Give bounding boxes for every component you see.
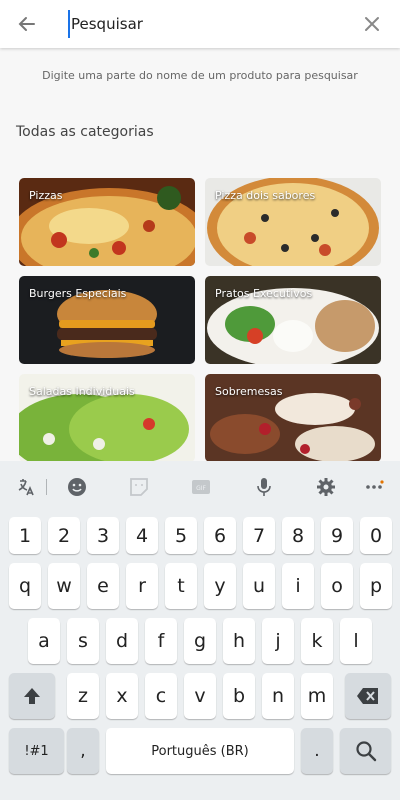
virtual-keyboard: GIF 1 2 3 4 5 6 7 8 9 0 q w e r t y u i … xyxy=(0,461,400,800)
clear-button[interactable] xyxy=(358,10,386,38)
key-5[interactable]: 5 xyxy=(165,517,197,554)
shift-key[interactable] xyxy=(9,673,55,719)
key-e[interactable]: e xyxy=(87,563,119,609)
translate-icon xyxy=(18,479,34,496)
sticker-icon xyxy=(130,478,148,496)
key-y[interactable]: y xyxy=(204,563,236,609)
key-7[interactable]: 7 xyxy=(243,517,275,554)
key-u[interactable]: u xyxy=(243,563,275,609)
space-key[interactable]: Português (BR) xyxy=(106,728,294,774)
mic-icon xyxy=(257,478,271,496)
key-p[interactable]: p xyxy=(360,563,392,609)
more-icon xyxy=(366,480,384,489)
key-2[interactable]: 2 xyxy=(48,517,80,554)
key-i[interactable]: i xyxy=(282,563,314,609)
key-l[interactable]: l xyxy=(340,618,372,664)
search-hint: Digite uma parte do nome de um produto p… xyxy=(42,69,358,82)
key-4[interactable]: 4 xyxy=(126,517,158,554)
section-title: Todas as categorias xyxy=(16,124,154,140)
search-key[interactable] xyxy=(340,728,391,774)
key-1[interactable]: 1 xyxy=(9,517,41,554)
search-bar xyxy=(0,0,400,48)
category-label: Pizzas xyxy=(29,189,63,202)
category-label: Burgers Especiais xyxy=(29,287,127,300)
back-button[interactable] xyxy=(13,10,41,38)
emoji-button[interactable] xyxy=(63,473,91,501)
key-r[interactable]: r xyxy=(126,563,158,609)
key-f[interactable]: f xyxy=(145,618,177,664)
category-card-pratos-executivos[interactable]: Pratos Executivos xyxy=(205,276,381,364)
key-3[interactable]: 3 xyxy=(87,517,119,554)
toolbar-divider xyxy=(46,479,47,495)
close-icon xyxy=(365,17,379,31)
comma-key[interactable]: , xyxy=(67,728,99,774)
category-label: Pizza dois sabores xyxy=(215,189,316,202)
key-t[interactable]: t xyxy=(165,563,197,609)
emoji-icon xyxy=(68,478,86,496)
key-w[interactable]: w xyxy=(48,563,80,609)
category-card-pizza-dois-sabores[interactable]: Pizza dois sabores xyxy=(205,178,381,266)
key-h[interactable]: h xyxy=(223,618,255,664)
key-n[interactable]: n xyxy=(262,673,294,719)
search-input[interactable] xyxy=(68,10,348,38)
gif-icon: GIF xyxy=(192,480,210,494)
symbols-key[interactable]: !#1 xyxy=(9,728,64,774)
category-card-sobremesas[interactable]: Sobremesas xyxy=(205,374,381,462)
backspace-icon xyxy=(357,688,378,704)
key-8[interactable]: 8 xyxy=(282,517,314,554)
keyboard-toolbar: GIF xyxy=(0,461,400,511)
voice-button[interactable] xyxy=(250,473,278,501)
category-label: Pratos Executivos xyxy=(215,287,313,300)
search-icon xyxy=(355,741,376,762)
category-card-pizzas[interactable]: Pizzas xyxy=(19,178,195,266)
settings-button[interactable] xyxy=(312,473,340,501)
shift-icon xyxy=(24,688,40,704)
category-label: Sobremesas xyxy=(215,385,283,398)
more-options-button[interactable] xyxy=(360,473,388,501)
category-label: Saladas Individuais xyxy=(29,385,135,398)
settings-icon xyxy=(317,478,335,496)
key-s[interactable]: s xyxy=(67,618,99,664)
key-c[interactable]: c xyxy=(145,673,177,719)
key-a[interactable]: a xyxy=(28,618,60,664)
arrow-left-icon xyxy=(18,17,35,31)
backspace-key[interactable] xyxy=(345,673,391,719)
key-v[interactable]: v xyxy=(184,673,216,719)
key-9[interactable]: 9 xyxy=(321,517,353,554)
category-card-burgers-especiais[interactable]: Burgers Especiais xyxy=(19,276,195,364)
key-o[interactable]: o xyxy=(321,563,353,609)
key-0[interactable]: 0 xyxy=(360,517,392,554)
key-x[interactable]: x xyxy=(106,673,138,719)
key-d[interactable]: d xyxy=(106,618,138,664)
period-key[interactable]: . xyxy=(301,728,333,774)
key-j[interactable]: j xyxy=(262,618,294,664)
gif-button[interactable]: GIF xyxy=(187,473,215,501)
key-z[interactable]: z xyxy=(67,673,99,719)
translate-button[interactable] xyxy=(11,473,39,501)
key-g[interactable]: g xyxy=(184,618,216,664)
svg-text:GIF: GIF xyxy=(196,485,206,492)
key-k[interactable]: k xyxy=(301,618,333,664)
category-card-saladas-individuais[interactable]: Saladas Individuais xyxy=(19,374,195,462)
key-b[interactable]: b xyxy=(223,673,255,719)
key-q[interactable]: q xyxy=(9,563,41,609)
sticker-button[interactable] xyxy=(125,473,153,501)
key-6[interactable]: 6 xyxy=(204,517,236,554)
key-m[interactable]: m xyxy=(301,673,333,719)
